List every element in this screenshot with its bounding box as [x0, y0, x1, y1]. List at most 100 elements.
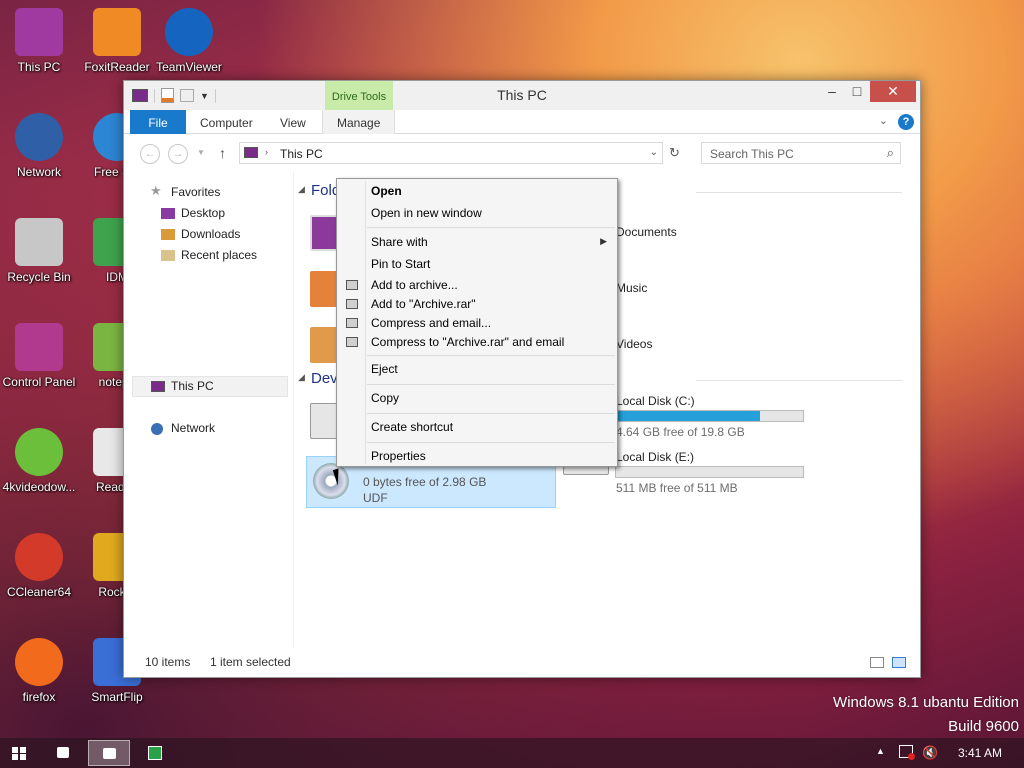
os-build-text: Build 9600 — [948, 718, 1019, 735]
network-status-icon[interactable] — [899, 745, 915, 760]
address-dropdown-icon[interactable]: ⌄ — [650, 147, 658, 158]
taskbar-explorer-button[interactable] — [88, 740, 130, 766]
menu-copy[interactable]: Copy — [371, 389, 399, 408]
tab-manage[interactable]: Manage — [322, 110, 396, 134]
search-icon: ⌕ — [886, 145, 894, 160]
selection-count: 1 item selected — [210, 655, 291, 669]
desktop-icon-teamviewer[interactable]: TeamViewer — [150, 2, 228, 90]
folder-music-label[interactable]: Music — [616, 281, 647, 295]
large-icons-view-icon[interactable] — [892, 657, 906, 668]
taskbar-app-button[interactable] — [136, 740, 174, 766]
maximize-button[interactable]: □ — [841, 81, 873, 102]
menu-separator — [367, 413, 615, 414]
menu-separator — [367, 384, 615, 385]
pdf-icon — [93, 8, 141, 56]
up-arrow-icon[interactable]: ↑ — [219, 145, 226, 161]
menu-properties[interactable]: Properties — [371, 447, 426, 466]
menu-compress-rar-and-email[interactable]: Compress to "Archive.rar" and email — [371, 333, 564, 352]
collapse-arrow-icon[interactable]: ◢ — [298, 372, 305, 383]
desktop-icon-foxitreader[interactable]: FoxitReader — [78, 2, 156, 90]
help-icon[interactable]: ? — [898, 114, 914, 130]
folder-documents-label[interactable]: Documents — [616, 225, 677, 239]
desktop-icon-label: This PC — [17, 60, 61, 74]
desktop-icon-label: Network — [16, 165, 61, 179]
tab-computer[interactable]: Computer — [186, 110, 267, 134]
menu-separator — [367, 227, 615, 228]
desktop-icon-network[interactable]: Network — [0, 107, 78, 195]
ccleaner-icon — [15, 533, 63, 581]
nav-desktop[interactable]: Desktop — [181, 204, 225, 222]
submenu-arrow-icon: ▶ — [600, 236, 607, 246]
desktop-icon — [161, 208, 175, 219]
desktop-icon-label: Control Panel — [2, 375, 76, 389]
menu-open-new-window[interactable]: Open in new window — [371, 204, 482, 223]
network-icon — [151, 423, 163, 435]
item-count: 10 items — [145, 655, 191, 669]
nav-this-pc[interactable]: This PC — [171, 377, 214, 395]
collapse-arrow-icon[interactable]: ◢ — [298, 184, 305, 195]
context-menu: Open Open in new window Share with ▶ Pin… — [336, 178, 618, 467]
details-view-icon[interactable] — [870, 657, 884, 668]
ribbon-tabs: File Computer View Manage — [124, 110, 920, 134]
desktop-icon-this-pc[interactable]: This PC — [0, 2, 78, 90]
computer-icon — [244, 147, 258, 158]
search-box[interactable]: Search This PC ⌕ — [701, 142, 901, 164]
forward-button[interactable]: → — [168, 144, 188, 164]
desktop-icon-recycle-bin[interactable]: Recycle Bin — [0, 212, 78, 300]
navigation-bar: ← → ▼ ↑ › This PC ⌄ ↻ Search This PC ⌕ — [124, 134, 920, 171]
desktop-icon-label: SmartFlip — [91, 690, 143, 704]
menu-eject[interactable]: Eject — [371, 360, 398, 379]
taskbar-chat-button[interactable] — [44, 740, 82, 766]
nav-favorites[interactable]: Favorites — [171, 183, 220, 201]
recent-locations-icon[interactable]: ▼ — [197, 148, 205, 157]
menu-share-with[interactable]: Share with — [371, 233, 428, 252]
drive-c-usage-bar — [615, 410, 804, 422]
nav-recent-places[interactable]: Recent places — [181, 246, 257, 264]
desktop-icon-label: Recycle Bin — [7, 270, 71, 284]
firefox-icon — [15, 638, 63, 686]
close-button[interactable]: ✕ — [870, 81, 916, 102]
navigation-pane: ★ Favorites Desktop Downloads Recent pla… — [124, 171, 294, 649]
globe-icon — [15, 113, 63, 161]
menu-gutter — [365, 181, 366, 464]
address-bar[interactable]: › This PC ⌄ — [239, 142, 663, 164]
dvd-filesystem: UDF — [363, 491, 388, 505]
recent-places-icon — [161, 250, 175, 261]
drive-e-name[interactable]: Local Disk (E:) — [616, 450, 694, 464]
refresh-icon[interactable]: ↻ — [669, 145, 680, 161]
control-panel-icon — [15, 323, 63, 371]
menu-separator — [367, 442, 615, 443]
menu-add-to-archive[interactable]: Add to archive... — [371, 276, 458, 295]
nav-downloads[interactable]: Downloads — [181, 225, 240, 243]
drive-c-name[interactable]: Local Disk (C:) — [616, 394, 695, 408]
desktop-icon-ccleaner64[interactable]: CCleaner64 — [0, 527, 78, 615]
desktop-icon-firefox[interactable]: firefox — [0, 632, 78, 720]
winrar-icon — [346, 280, 358, 290]
clock[interactable]: 3:41 AM — [958, 746, 1002, 760]
menu-add-to-archive-rar[interactable]: Add to "Archive.rar" — [371, 295, 476, 314]
taskbar: ▲ 🔇 3:41 AM — [0, 738, 1024, 768]
windows-logo-icon — [12, 747, 26, 760]
start-button[interactable] — [0, 740, 38, 766]
show-hidden-icons-icon[interactable]: ▲ — [876, 746, 885, 756]
desktop-icon-control-panel[interactable]: Control Panel — [0, 317, 78, 405]
folder-videos-label[interactable]: Videos — [616, 337, 652, 351]
tab-view[interactable]: View — [266, 110, 320, 134]
address-text: This PC — [280, 147, 323, 161]
breadcrumb-arrow-icon[interactable]: › — [265, 147, 268, 157]
desktop-icon-4kvideodow[interactable]: 4kvideodow... — [0, 422, 78, 510]
nav-network[interactable]: Network — [171, 419, 215, 437]
teamviewer-icon — [165, 8, 213, 56]
menu-compress-and-email[interactable]: Compress and email... — [371, 314, 491, 333]
back-button[interactable]: ← — [140, 144, 160, 164]
tab-file[interactable]: File — [130, 110, 186, 134]
winrar-icon — [346, 318, 358, 328]
volume-muted-icon[interactable]: 🔇 — [922, 745, 938, 761]
chevron-down-icon[interactable]: ⌄ — [879, 114, 888, 127]
menu-open[interactable]: Open — [371, 182, 402, 201]
title-bar[interactable]: ▼ Drive Tools This PC – □ ✕ — [124, 81, 920, 110]
explorer-icon — [103, 748, 116, 759]
menu-pin-to-start[interactable]: Pin to Start — [371, 255, 430, 274]
drive-c-usage-fill — [616, 411, 760, 421]
menu-create-shortcut[interactable]: Create shortcut — [371, 418, 453, 437]
